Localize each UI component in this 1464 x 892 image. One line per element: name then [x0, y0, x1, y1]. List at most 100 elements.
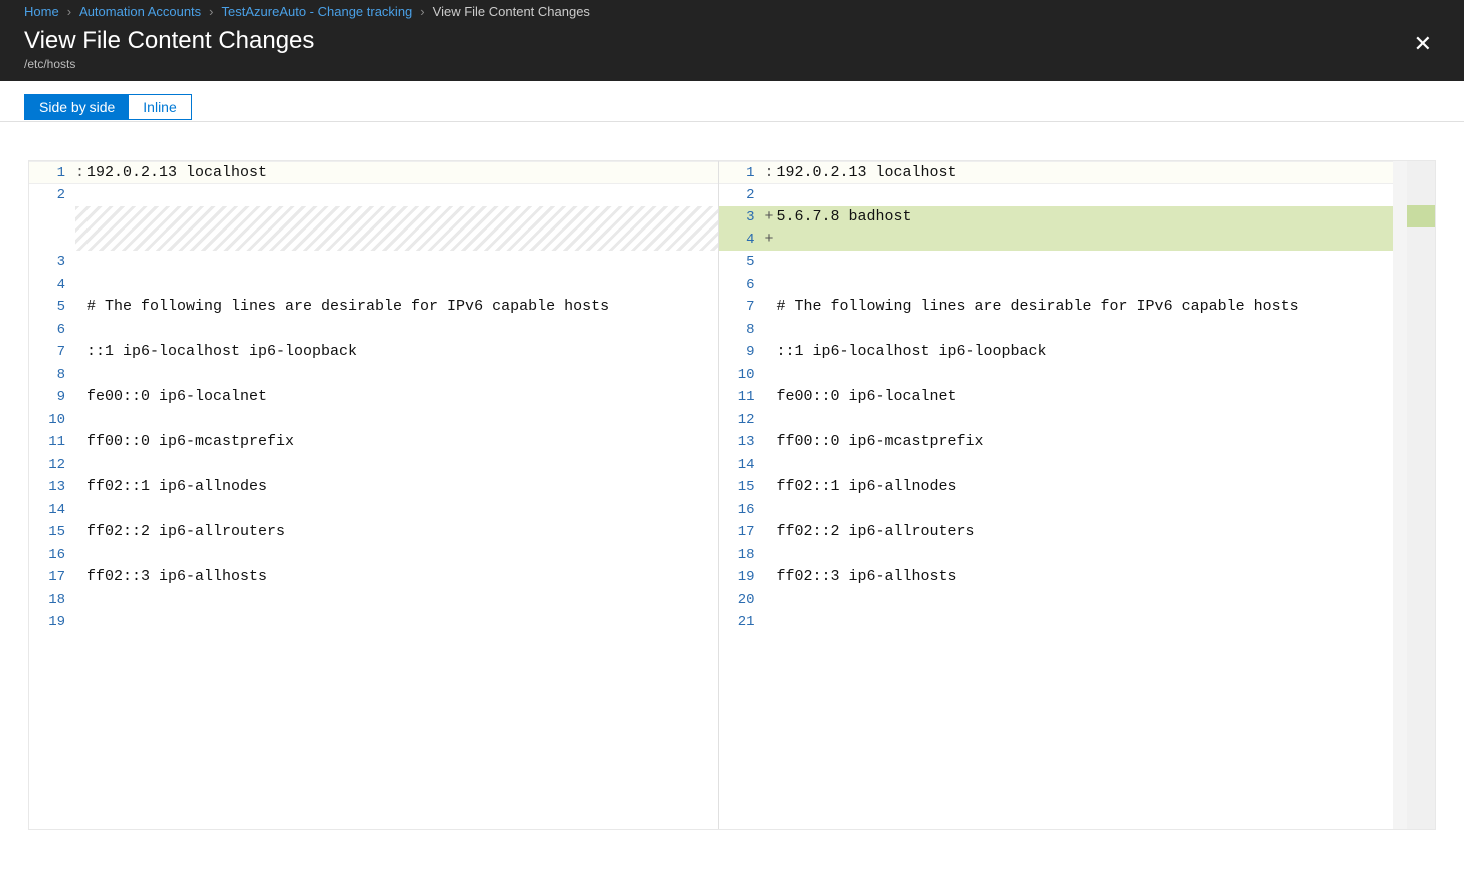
breadcrumb-home[interactable]: Home [24, 4, 59, 19]
code-line[interactable]: 15 ff02::1 ip6-allnodes [719, 476, 1408, 499]
line-content [87, 229, 718, 252]
code-line[interactable]: 17 ff02::3 ip6-allhosts [29, 566, 718, 589]
code-line[interactable]: 6 [29, 319, 718, 342]
code-line[interactable]: 9 ::1 ip6-localhost ip6-loopback [719, 341, 1408, 364]
diff-marker [75, 296, 87, 319]
page-subtitle: /etc/hosts [24, 57, 314, 71]
line-content: fe00::0 ip6-localnet [777, 386, 1408, 409]
line-number: 8 [719, 319, 765, 342]
code-line[interactable]: 12 [719, 409, 1408, 432]
diff-marker [75, 431, 87, 454]
code-line[interactable]: 2 [29, 184, 718, 207]
code-line[interactable]: 9 fe00::0 ip6-localnet [29, 386, 718, 409]
code-line[interactable]: 4 [29, 274, 718, 297]
code-line[interactable]: 21 [719, 611, 1408, 634]
diff-marker [765, 521, 777, 544]
diff-marker [765, 544, 777, 567]
code-line[interactable]: 16 [719, 499, 1408, 522]
line-content: ff02::1 ip6-allnodes [87, 476, 718, 499]
diff-pane-modified[interactable]: 1:192.0.2.13 localhost2 3+5.6.7.8 badhos… [719, 161, 1408, 829]
diff-marker [75, 184, 87, 207]
line-content: # The following lines are desirable for … [777, 296, 1408, 319]
code-line[interactable]: 3+5.6.7.8 badhost [719, 206, 1408, 229]
line-number: 6 [29, 319, 75, 342]
line-number: 14 [29, 499, 75, 522]
code-line[interactable]: 16 [29, 544, 718, 567]
line-content [777, 589, 1408, 612]
diff-marker: : [765, 162, 777, 183]
chevron-right-icon: › [209, 4, 213, 19]
code-line[interactable]: 10 [719, 364, 1408, 387]
code-line[interactable]: 10 [29, 409, 718, 432]
code-line[interactable]: 12 [29, 454, 718, 477]
code-line[interactable]: 18 [719, 544, 1408, 567]
code-line[interactable]: 2 [719, 184, 1408, 207]
code-line[interactable]: 15 ff02::2 ip6-allrouters [29, 521, 718, 544]
code-line[interactable]: 13 ff00::0 ip6-mcastprefix [719, 431, 1408, 454]
line-content [777, 611, 1408, 634]
code-line[interactable]: 5 [719, 251, 1408, 274]
diff-marker [765, 364, 777, 387]
code-line[interactable]: 17 ff02::2 ip6-allrouters [719, 521, 1408, 544]
line-content: 5.6.7.8 badhost [777, 206, 1408, 229]
code-line[interactable]: 4+ [719, 229, 1408, 252]
line-number: 12 [29, 454, 75, 477]
code-line[interactable]: 8 [719, 319, 1408, 342]
diff-marker: + [765, 229, 777, 252]
diff-viewer: 1:192.0.2.13 localhost2 3 4 5 # The foll… [28, 160, 1436, 830]
diff-marker [75, 251, 87, 274]
code-line[interactable]: 5 # The following lines are desirable fo… [29, 296, 718, 319]
code-line[interactable]: 18 [29, 589, 718, 612]
code-line[interactable] [29, 229, 718, 252]
code-line[interactable]: 7 # The following lines are desirable fo… [719, 296, 1408, 319]
overview-ruler[interactable] [1407, 161, 1435, 829]
line-number: 14 [719, 454, 765, 477]
line-number: 3 [29, 251, 75, 274]
diff-marker: : [75, 162, 87, 183]
code-line[interactable]: 14 [29, 499, 718, 522]
line-content [777, 251, 1408, 274]
line-content [87, 184, 718, 207]
breadcrumb-resource[interactable]: TestAzureAuto - Change tracking [222, 4, 413, 19]
tab-inline[interactable]: Inline [129, 95, 190, 119]
line-content [87, 454, 718, 477]
diff-marker [765, 454, 777, 477]
line-content: ff02::1 ip6-allnodes [777, 476, 1408, 499]
diff-marker [765, 341, 777, 364]
code-line[interactable]: 3 [29, 251, 718, 274]
line-content: # The following lines are desirable for … [87, 296, 718, 319]
tab-side-by-side[interactable]: Side by side [25, 95, 129, 119]
code-line[interactable]: 20 [719, 589, 1408, 612]
diff-pane-original[interactable]: 1:192.0.2.13 localhost2 3 4 5 # The foll… [29, 161, 719, 829]
code-line[interactable]: 13 ff02::1 ip6-allnodes [29, 476, 718, 499]
code-line[interactable]: 11 fe00::0 ip6-localnet [719, 386, 1408, 409]
line-number: 10 [719, 364, 765, 387]
line-number: 11 [29, 431, 75, 454]
breadcrumb-automation-accounts[interactable]: Automation Accounts [79, 4, 201, 19]
close-button[interactable]: ✕ [1406, 27, 1440, 61]
code-line[interactable]: 7 ::1 ip6-localhost ip6-loopback [29, 341, 718, 364]
code-line[interactable]: 8 [29, 364, 718, 387]
line-number: 1 [29, 162, 75, 183]
code-line[interactable]: 14 [719, 454, 1408, 477]
line-content [87, 206, 718, 229]
code-line[interactable]: 1:192.0.2.13 localhost [29, 161, 718, 184]
diff-marker [765, 251, 777, 274]
line-number [29, 206, 75, 229]
line-content [87, 499, 718, 522]
code-line[interactable]: 19 [29, 611, 718, 634]
diff-marker: + [765, 206, 777, 229]
line-number: 16 [29, 544, 75, 567]
line-content: ff02::2 ip6-allrouters [87, 521, 718, 544]
line-content [87, 319, 718, 342]
code-line[interactable]: 19 ff02::3 ip6-allhosts [719, 566, 1408, 589]
line-number: 13 [29, 476, 75, 499]
breadcrumb-current: View File Content Changes [433, 4, 590, 19]
code-line[interactable]: 11 ff00::0 ip6-mcastprefix [29, 431, 718, 454]
code-line[interactable]: 1:192.0.2.13 localhost [719, 161, 1408, 184]
line-number: 17 [29, 566, 75, 589]
code-line[interactable] [29, 206, 718, 229]
chevron-right-icon: › [67, 4, 71, 19]
code-line[interactable]: 6 [719, 274, 1408, 297]
scrollbar-vertical[interactable] [1393, 161, 1407, 829]
